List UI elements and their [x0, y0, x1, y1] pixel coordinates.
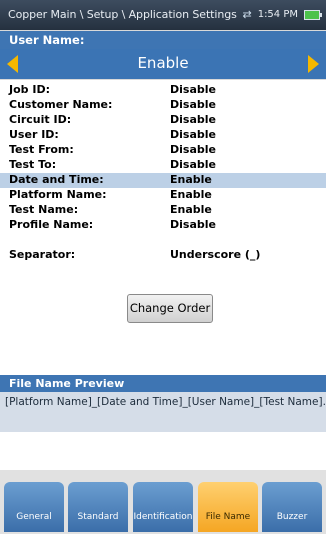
tab-label: File Name: [205, 512, 251, 522]
field-row-user-id[interactable]: User ID: Disable: [0, 128, 326, 143]
status-bar: Copper Main \ Setup \ Application Settin…: [0, 0, 326, 30]
field-row-test-to[interactable]: Test To: Disable: [0, 158, 326, 173]
field-label: Profile Name:: [9, 218, 94, 231]
tab-label: Buzzer: [276, 512, 308, 522]
field-row-separator[interactable]: Separator: Underscore (_): [0, 248, 326, 263]
empty-area: [0, 432, 326, 470]
change-order-button[interactable]: Change Order: [127, 294, 213, 323]
application-settings-screen: Copper Main \ Setup \ Application Settin…: [0, 0, 326, 534]
field-value: Disable: [170, 83, 216, 96]
field-label: Test To:: [9, 158, 57, 171]
tab-bar: General Standard Identification File Nam…: [0, 470, 326, 534]
field-value: Disable: [170, 98, 216, 111]
field-value: Disable: [170, 113, 216, 126]
field-label: Job ID:: [9, 83, 50, 96]
separator-value: Underscore (_): [170, 248, 261, 261]
field-row-circuit-id[interactable]: Circuit ID: Disable: [0, 113, 326, 128]
field-value: Enable: [170, 188, 212, 201]
battery-icon: [304, 9, 322, 20]
field-list: Job ID: Disable Customer Name: Disable C…: [0, 80, 326, 375]
tab-identification[interactable]: Identification: [133, 482, 193, 532]
field-value: Enable: [170, 203, 212, 216]
tab-label: Identification: [133, 512, 193, 522]
tab-file-name[interactable]: File Name: [198, 482, 258, 532]
field-value: Disable: [170, 218, 216, 231]
tab-standard[interactable]: Standard: [68, 482, 128, 532]
preview-box: [Platform Name]_[Date and Time]_[User Na…: [0, 392, 326, 432]
clock-time: 1:54 PM: [257, 9, 298, 20]
field-label: Platform Name:: [9, 188, 107, 201]
field-value: Disable: [170, 158, 216, 171]
separator-label: Separator:: [9, 248, 76, 261]
field-value: Disable: [170, 128, 216, 141]
sync-icon: ⇄: [242, 8, 252, 21]
field-row-customer-name[interactable]: Customer Name: Disable: [0, 98, 326, 113]
tab-buzzer[interactable]: Buzzer: [262, 482, 322, 532]
field-label: User ID:: [9, 128, 59, 141]
selector-title: User Name:: [9, 33, 85, 47]
tab-general[interactable]: General: [4, 482, 64, 532]
field-value: Enable: [170, 173, 212, 186]
selector-header: User Name:: [0, 31, 326, 49]
tab-label: Standard: [77, 512, 119, 522]
field-row-platform-name[interactable]: Platform Name: Enable: [0, 188, 326, 203]
selector-value: Enable: [137, 54, 189, 72]
field-row-profile-name[interactable]: Profile Name: Disable: [0, 218, 326, 233]
user-name-selector[interactable]: Enable: [0, 49, 326, 79]
field-row-test-name[interactable]: Test Name: Enable: [0, 203, 326, 218]
field-label: Test Name:: [9, 203, 79, 216]
field-label: Date and Time:: [9, 173, 104, 186]
status-icons: ⇄ 1:54 PM: [242, 8, 322, 21]
field-row-date-and-time[interactable]: Date and Time: Enable: [0, 173, 326, 188]
field-row-test-from[interactable]: Test From: Disable: [0, 143, 326, 158]
preview-title: File Name Preview: [9, 377, 125, 390]
tab-label: General: [16, 512, 52, 522]
preview-header: File Name Preview: [0, 375, 326, 392]
field-row-job-id[interactable]: Job ID: Disable: [0, 83, 326, 98]
field-label: Circuit ID:: [9, 113, 72, 126]
preview-text: [Platform Name]_[Date and Time]_[User Na…: [5, 396, 326, 408]
field-label: Customer Name:: [9, 98, 113, 111]
arrow-right-icon[interactable]: [308, 55, 319, 73]
breadcrumb: Copper Main \ Setup \ Application Settin…: [8, 8, 237, 21]
field-value: Disable: [170, 143, 216, 156]
field-label: Test From:: [9, 143, 74, 156]
